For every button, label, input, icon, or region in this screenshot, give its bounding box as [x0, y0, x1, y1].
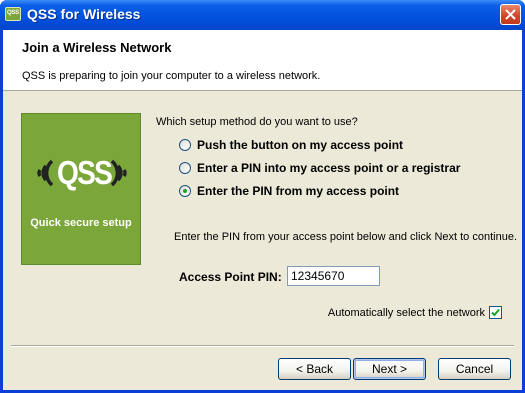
app-icon-text: QSS [7, 10, 19, 16]
option-enter-pin-from-ap[interactable]: Enter the PIN from my access point [179, 183, 399, 199]
page-subtitle: QSS is preparing to join your computer t… [22, 70, 321, 82]
qss-banner: QSS Quick secure setup [21, 113, 141, 265]
qss-tagline: Quick secure setup [30, 217, 132, 229]
option-enter-pin-into-ap-label: Enter a PIN into my access point or a re… [197, 161, 461, 175]
wireless-waves-left-icon [37, 159, 54, 187]
title-bar[interactable]: QSS QSS for Wireless [0, 0, 525, 30]
radio-enter-pin-from-ap[interactable] [179, 185, 191, 197]
option-enter-pin-into-ap[interactable]: Enter a PIN into my access point or a re… [179, 160, 460, 176]
pin-instruction: Enter the PIN from your access point bel… [174, 231, 517, 243]
qss-logo: QSS [22, 149, 140, 197]
close-icon [505, 9, 516, 20]
dialog-client: Join a Wireless Network QSS is preparing… [3, 30, 522, 390]
footer-separator [11, 345, 514, 347]
auto-select-checkbox[interactable] [489, 306, 502, 319]
close-button[interactable] [500, 4, 521, 25]
next-button[interactable]: Next > [353, 358, 426, 380]
radio-push-button[interactable] [179, 139, 191, 151]
qss-window: QSS QSS for Wireless Join a Wireless Net… [0, 0, 525, 393]
back-button[interactable]: < Back [278, 358, 351, 380]
pin-label: Access Point PIN: [179, 270, 282, 284]
wireless-waves-right-icon [110, 159, 127, 187]
radio-enter-pin-into-ap[interactable] [179, 162, 191, 174]
auto-select-row[interactable]: Automatically select the network [328, 306, 502, 319]
pin-input[interactable] [287, 266, 380, 286]
setup-question: Which setup method do you want to use? [156, 116, 358, 128]
checkmark-icon [491, 308, 500, 317]
option-push-button-label: Push the button on my access point [197, 138, 404, 152]
cancel-button[interactable]: Cancel [438, 358, 511, 380]
wizard-header: Join a Wireless Network QSS is preparing… [3, 30, 522, 91]
page-title: Join a Wireless Network [22, 40, 172, 55]
app-icon: QSS [5, 7, 21, 21]
option-push-button[interactable]: Push the button on my access point [179, 137, 403, 153]
option-enter-pin-from-ap-label: Enter the PIN from my access point [197, 184, 400, 198]
qss-logo-text: QSS [57, 154, 113, 191]
window-title: QSS for Wireless [27, 6, 141, 22]
auto-select-label: Automatically select the network [327, 306, 485, 319]
